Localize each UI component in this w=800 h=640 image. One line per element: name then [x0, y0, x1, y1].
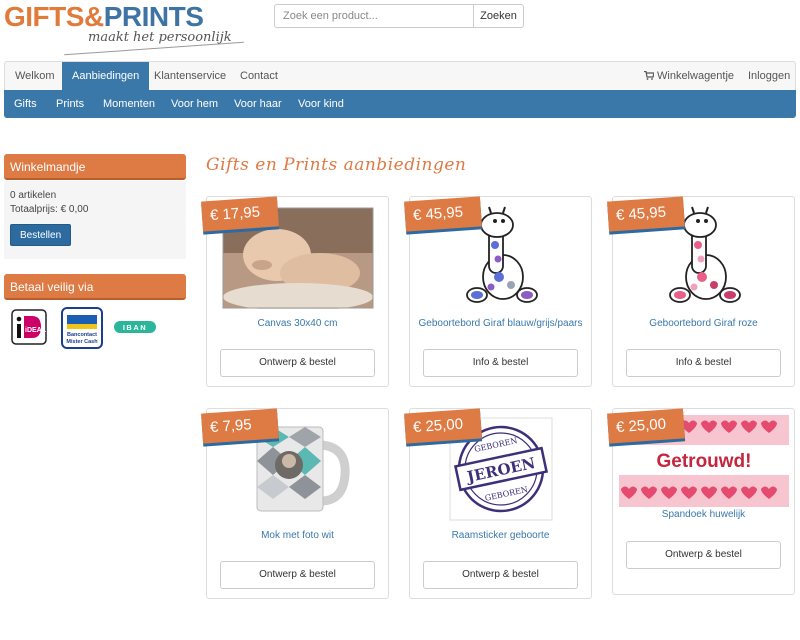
- price-badge: € 25,00: [404, 408, 482, 444]
- iban-icon: IBAN: [114, 321, 156, 333]
- cart-panel-title: Winkelmandje: [4, 154, 186, 180]
- nav-item-welkom[interactable]: Welkom: [5, 62, 65, 91]
- price-badge: € 45,95: [404, 196, 482, 232]
- main-nav: Welkom Aanbiedingen Klantenservice Conta…: [4, 61, 796, 91]
- nav-item-contact[interactable]: Contact: [230, 62, 288, 91]
- search-button[interactable]: Zoeken: [474, 4, 524, 28]
- category-voor-hem[interactable]: Voor hem: [171, 90, 218, 118]
- product-name[interactable]: Spandoek huwelijk: [617, 508, 790, 521]
- category-prints[interactable]: Prints: [56, 90, 84, 118]
- product-button[interactable]: Ontwerp & bestel: [220, 561, 375, 589]
- product-button[interactable]: Ontwerp & bestel: [423, 561, 578, 589]
- nav-item-aanbiedingen[interactable]: Aanbiedingen: [62, 62, 150, 91]
- product-name[interactable]: Raamsticker geboorte: [414, 529, 587, 542]
- product-button[interactable]: Info & bestel: [423, 349, 578, 377]
- nav-item-login[interactable]: Inloggen: [738, 62, 800, 91]
- ideal-text: iDEAL: [25, 327, 47, 334]
- nav-item-cart[interactable]: Winkelwagentje: [634, 62, 744, 91]
- product-button[interactable]: Info & bestel: [626, 349, 781, 377]
- logo-part-prints: PRINTS: [103, 1, 204, 32]
- price-badge: € 7,95: [201, 408, 279, 444]
- banner-text: Getrouwd!: [656, 451, 751, 472]
- product-button[interactable]: Ontwerp & bestel: [220, 349, 375, 377]
- iban-text: IBAN: [123, 323, 147, 332]
- logo-ampersand: &: [83, 1, 104, 32]
- payment-panel-title: Betaal veilig via: [4, 274, 186, 300]
- category-gifts[interactable]: Gifts: [14, 90, 37, 118]
- cart-item-count: 0 artikelen: [10, 190, 57, 201]
- bancontact-icon: Bancontact Mister Cash: [61, 307, 103, 349]
- cart-icon: [644, 71, 654, 80]
- price-badge: € 17,95: [201, 196, 279, 232]
- category-nav: Gifts Prints Momenten Voor hem Voor haar…: [4, 90, 796, 118]
- cart-label: Winkelwagentje: [657, 70, 735, 82]
- product-name[interactable]: Geboortebord Giraf blauw/grijs/paars: [414, 317, 587, 330]
- product-name[interactable]: Mok met foto wit: [211, 529, 384, 542]
- site-logo[interactable]: GIFTS&PRINTS maakt het persoonlijk: [4, 2, 254, 58]
- cart-panel: 0 artikelen Totaalprijs: € 0,00 Bestelle…: [4, 181, 186, 259]
- logo-wordmark: GIFTS&PRINTS: [4, 2, 254, 32]
- nav-item-klantenservice[interactable]: Klantenservice: [144, 62, 236, 91]
- category-voor-haar[interactable]: Voor haar: [234, 90, 282, 118]
- page-title: Gifts en Prints aanbiedingen: [206, 155, 467, 175]
- search-bar: Zoeken: [274, 4, 524, 28]
- product-name[interactable]: Geboortebord Giraf roze: [617, 317, 790, 330]
- payment-methods: iDEAL Bancontact Mister Cash IBAN: [10, 306, 190, 350]
- mistercash-text: Mister Cash: [66, 339, 98, 345]
- price-badge: € 45,95: [607, 196, 685, 232]
- search-input[interactable]: [274, 4, 474, 28]
- category-voor-kind[interactable]: Voor kind: [298, 90, 344, 118]
- bancontact-text: Bancontact: [67, 332, 97, 338]
- order-button[interactable]: Bestellen: [10, 224, 72, 246]
- logo-tagline: maakt het persoonlijk: [88, 30, 232, 45]
- price-badge: € 25,00: [607, 408, 685, 444]
- logo-part-gifts: GIFTS: [4, 1, 84, 32]
- product-name[interactable]: Canvas 30x40 cm: [211, 317, 384, 330]
- ideal-icon: iDEAL: [11, 309, 47, 345]
- category-momenten[interactable]: Momenten: [103, 90, 155, 118]
- cart-total: Totaalprijs: € 0,00: [10, 204, 89, 215]
- product-button[interactable]: Ontwerp & bestel: [626, 541, 781, 569]
